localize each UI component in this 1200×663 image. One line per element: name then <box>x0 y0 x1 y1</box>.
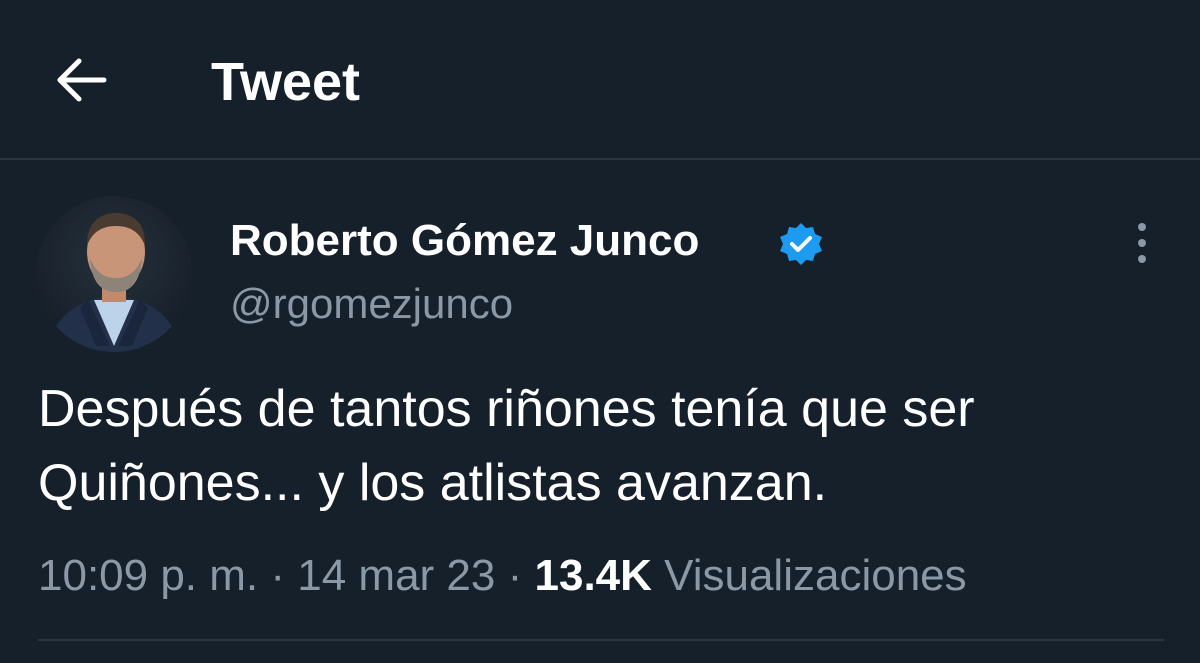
top-bar: Tweet <box>0 0 1200 160</box>
avatar[interactable] <box>36 196 192 352</box>
page-title: Tweet <box>211 52 361 112</box>
verified-badge-icon <box>777 220 825 268</box>
tweet-text-line: Después de tantos riñones tenía que ser <box>38 380 975 438</box>
views-label[interactable]: Visualizaciones <box>664 551 966 600</box>
author-handle[interactable]: @rgomezjunco <box>230 278 513 330</box>
separator-dot: · <box>507 551 523 600</box>
author-name[interactable]: Roberto Gómez Junco <box>230 214 699 268</box>
back-button[interactable] <box>52 54 112 106</box>
profile-photo <box>36 196 192 352</box>
more-vertical-icon <box>1138 223 1146 263</box>
tweet-date[interactable]: 14 mar 23 <box>297 551 495 600</box>
tweet-text-line: Quiñones... y los atlistas avanzan. <box>38 454 828 512</box>
divider <box>38 639 1164 641</box>
tweet-body: Después de tantos riñones tenía que ser … <box>38 372 1178 520</box>
views-count[interactable]: 13.4K <box>535 551 652 600</box>
more-options-button[interactable] <box>1122 218 1162 268</box>
separator-dot: · <box>270 551 286 600</box>
tweet-time[interactable]: 10:09 p. m. <box>38 551 258 600</box>
arrow-left-icon <box>57 58 107 102</box>
tweet-metadata: 10:09 p. m. · 14 mar 23 · 13.4K Visualiz… <box>38 546 967 606</box>
tweet-screen: Tweet Roberto Gómez Junco @rgomezjunco D… <box>0 0 1200 663</box>
